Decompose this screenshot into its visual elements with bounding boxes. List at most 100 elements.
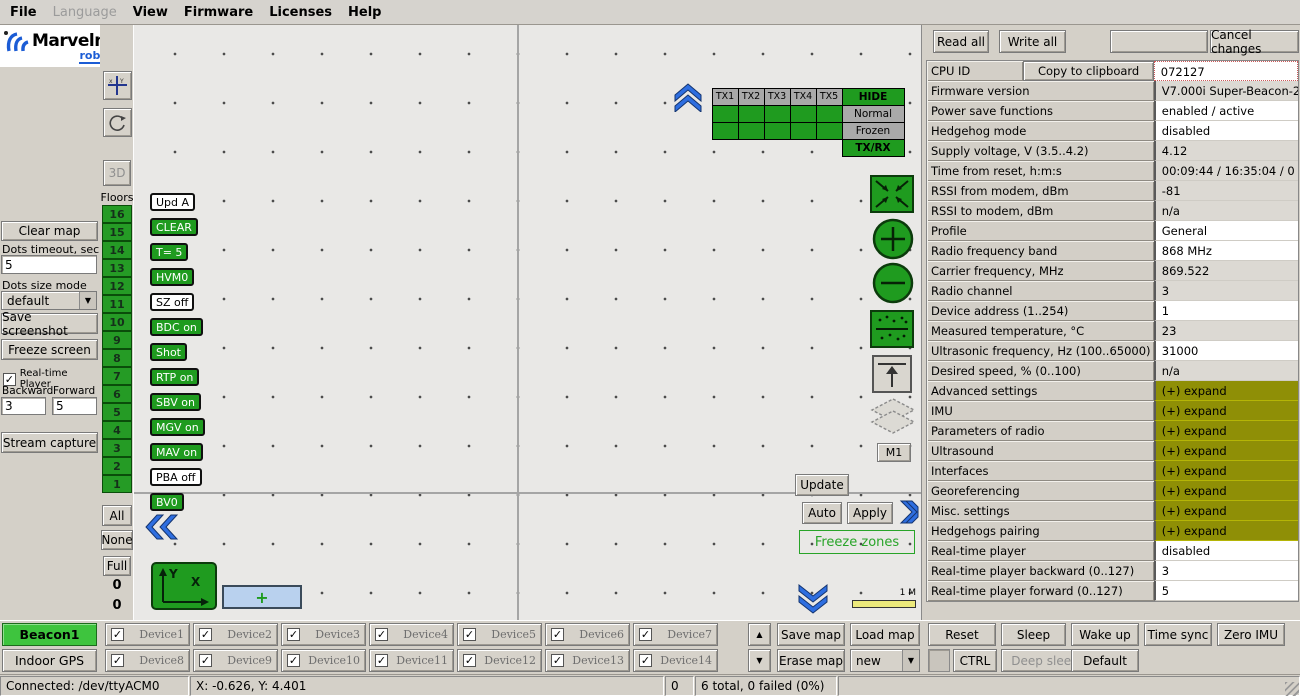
chevron-down-icon[interactable]: ▼ — [79, 292, 96, 309]
checkbox-icon[interactable]: ✓ — [287, 654, 300, 667]
menu-item[interactable]: Help — [348, 5, 381, 20]
zero-imu-button[interactable]: Zero IMU — [1217, 623, 1285, 646]
device-toggle[interactable]: ✓ Device12 — [457, 649, 542, 672]
floor-button[interactable]: 1 — [102, 475, 132, 493]
copy-to-clipboard-button[interactable]: Copy to clipboard — [1023, 61, 1153, 81]
device-toggle[interactable]: ✓ Device10 — [281, 649, 366, 672]
param-value[interactable]: 00:09:44 / 16:35:04 / 0 — [1154, 161, 1298, 181]
param-value[interactable]: (+) expand — [1154, 381, 1298, 401]
param-value[interactable]: (+) expand — [1154, 481, 1298, 501]
floor-button[interactable]: 14 — [102, 241, 132, 259]
menu-item[interactable]: Firmware — [184, 5, 253, 20]
checkbox-icon[interactable]: ✓ — [463, 654, 476, 667]
param-value[interactable]: (+) expand — [1154, 421, 1298, 441]
checkbox-icon[interactable]: ✓ — [199, 628, 212, 641]
map-canvas[interactable]: TX1TX2TX3TX4TX5 HIDE Normal Frozen TX/RX… — [134, 25, 921, 620]
floor-button[interactable]: 16 — [102, 205, 132, 223]
param-value[interactable]: enabled / active — [1154, 101, 1298, 121]
floor-button[interactable]: 7 — [102, 367, 132, 385]
tx-header-cell[interactable]: TX1 — [712, 88, 739, 106]
device-toggle[interactable]: ✓ Device6 — [545, 623, 630, 646]
tx-txrx-button[interactable]: TX/RX — [842, 139, 905, 157]
device-toggle[interactable]: ✓ Device2 — [193, 623, 278, 646]
param-value[interactable]: 868 MHz — [1154, 241, 1298, 261]
backward-input[interactable]: 3 — [1, 397, 46, 415]
layers-icon[interactable] — [870, 397, 916, 441]
map-tool-button[interactable]: PBA off — [150, 468, 202, 486]
cpu-id-value[interactable]: 072127 — [1154, 61, 1298, 81]
param-value[interactable]: -81 — [1154, 181, 1298, 201]
map-tool-button[interactable]: Shot — [150, 343, 187, 361]
device-toggle[interactable]: ✓ Device7 — [633, 623, 718, 646]
save-map-button[interactable]: Save map — [777, 623, 845, 646]
param-value[interactable]: (+) expand — [1154, 501, 1298, 521]
param-value[interactable]: 4.12 — [1154, 141, 1298, 161]
collapse-left-icon[interactable] — [143, 512, 183, 543]
map-tool-button[interactable]: RTP on — [150, 368, 199, 386]
ctrl-checkbox[interactable] — [928, 649, 950, 672]
floor-button[interactable]: 13 — [102, 259, 132, 277]
map-tool-button[interactable]: BV0 — [150, 493, 184, 511]
dots-display-button[interactable] — [870, 310, 914, 348]
tx-cell[interactable] — [764, 122, 791, 140]
fit-to-screen-button[interactable] — [870, 175, 914, 213]
floor-button[interactable]: 2 — [102, 457, 132, 475]
m1-button[interactable]: M1 — [877, 443, 911, 462]
device-toggle[interactable]: ✓ Device14 — [633, 649, 718, 672]
read-all-button[interactable]: Read all — [933, 30, 989, 53]
param-value[interactable]: disabled — [1154, 121, 1298, 141]
param-value[interactable]: (+) expand — [1154, 461, 1298, 481]
param-value[interactable]: (+) expand — [1154, 521, 1298, 541]
menu-item[interactable]: Language — [53, 5, 117, 20]
rotate-view-button[interactable] — [103, 108, 132, 137]
indoor-gps-tab[interactable]: Indoor GPS — [2, 649, 97, 672]
param-value[interactable]: (+) expand — [1154, 441, 1298, 461]
param-value[interactable]: 5 — [1154, 581, 1298, 601]
floor-button[interactable]: 8 — [102, 349, 132, 367]
axes-orientation-widget[interactable]: Y X — [151, 562, 217, 610]
wake-up-button[interactable]: Wake up — [1071, 623, 1139, 646]
param-value[interactable]: 23 — [1154, 321, 1298, 341]
checkbox-icon[interactable]: ✓ — [375, 628, 388, 641]
zoom-in-button[interactable] — [872, 218, 914, 260]
ctrl-button[interactable]: CTRL — [953, 649, 997, 672]
checkbox-icon[interactable]: ✓ — [639, 654, 652, 667]
floors-all-button[interactable]: All — [102, 505, 132, 526]
expand-right-icon[interactable] — [895, 498, 924, 527]
sleep-button[interactable]: Sleep — [1001, 623, 1066, 646]
floor-button[interactable]: 3 — [102, 439, 132, 457]
checkbox-icon[interactable]: ✓ — [199, 654, 212, 667]
floors-none-button[interactable]: None — [101, 530, 133, 550]
3d-view-button[interactable]: 3D — [103, 160, 131, 186]
device-toggle[interactable]: ✓ Device8 — [105, 649, 190, 672]
upload-map-button[interactable] — [872, 355, 912, 393]
default-button[interactable]: Default — [1071, 649, 1139, 672]
floor-button[interactable]: 4 — [102, 421, 132, 439]
collapse-up-icon[interactable] — [672, 82, 704, 112]
dots-size-select[interactable]: default ▼ — [1, 291, 97, 310]
tx-cell[interactable] — [790, 122, 817, 140]
param-value[interactable]: disabled — [1154, 541, 1298, 561]
param-value[interactable]: 1 — [1154, 301, 1298, 321]
tx-cell[interactable] — [738, 105, 765, 123]
tx-cell[interactable] — [764, 105, 791, 123]
forward-input[interactable]: 5 — [52, 397, 97, 415]
freeze-screen-button[interactable]: Freeze screen — [1, 339, 98, 360]
floors-full-button[interactable]: Full — [103, 556, 131, 576]
param-value[interactable]: n/a — [1154, 201, 1298, 221]
apply-button[interactable]: Apply — [847, 502, 893, 524]
reset-button[interactable]: Reset — [928, 623, 996, 646]
add-submap-button[interactable]: + — [222, 585, 302, 609]
device-toggle[interactable]: ✓ Device1 — [105, 623, 190, 646]
tx-header-cell[interactable]: TX2 — [738, 88, 765, 106]
tx-cell[interactable] — [738, 122, 765, 140]
freeze-zones-button[interactable]: Freeze zones — [799, 530, 915, 554]
checkbox-icon[interactable]: ✓ — [111, 654, 124, 667]
beacon-tab[interactable]: Beacon1 — [2, 623, 97, 646]
time-sync-button[interactable]: Time sync — [1144, 623, 1212, 646]
checkbox-icon[interactable]: ✓ — [375, 654, 388, 667]
tx-cell[interactable] — [712, 122, 739, 140]
param-value[interactable]: 3 — [1154, 281, 1298, 301]
tx-cell[interactable] — [816, 105, 843, 123]
param-value[interactable]: General — [1154, 221, 1298, 241]
